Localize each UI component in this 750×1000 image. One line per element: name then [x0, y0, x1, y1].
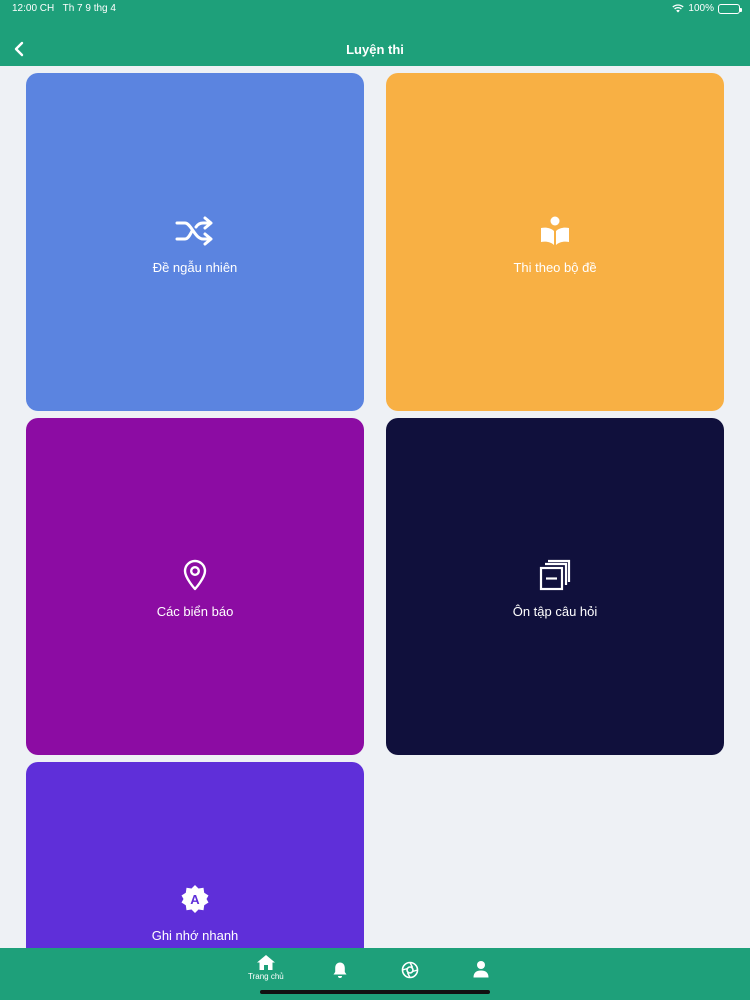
home-indicator [260, 990, 490, 994]
status-bar-time: 12:00 CH Th 7 9 thg 4 [12, 3, 116, 14]
tab-notifications[interactable] [332, 961, 348, 979]
card-label: Đề ngẫu nhiên [152, 259, 238, 275]
card-label: Ôn tập câu hỏi [512, 604, 598, 619]
map-pin-icon [174, 554, 216, 596]
battery-icon [718, 3, 742, 14]
user-icon [473, 961, 489, 978]
card-label: Các biển báo [156, 604, 234, 619]
tab-explore[interactable] [401, 961, 419, 979]
bell-icon [333, 962, 347, 978]
tab-profile[interactable] [472, 960, 490, 978]
stacked-cards-icon [534, 554, 576, 596]
shuffle-icon [174, 210, 216, 252]
book-reader-icon [534, 210, 576, 252]
svg-text:A: A [190, 892, 200, 907]
wifi-icon [672, 4, 685, 13]
page-title: Luyện thi [346, 42, 404, 57]
random-exam-card[interactable]: Đề ngẫu nhiên [26, 73, 364, 411]
aperture-icon [401, 961, 419, 979]
status-bar-right: 100% [672, 3, 742, 14]
exam-by-set-card[interactable]: Thi theo bộ đề [386, 73, 724, 411]
review-questions-card[interactable]: Ôn tập câu hỏi [386, 418, 724, 755]
status-time: 12:00 CH [12, 3, 55, 14]
home-icon [256, 955, 275, 970]
tab-home[interactable]: Trang chủ [248, 954, 284, 981]
quick-memorize-card[interactable]: A Ghi nhớ nhanh [26, 762, 364, 948]
card-label: Thi theo bộ đề [513, 259, 597, 275]
card-label: Ghi nhớ nhanh [151, 928, 239, 943]
top-bar: 12:00 CH Th 7 9 thg 4 100% Luyện thi [0, 0, 750, 66]
badge-a-icon: A [174, 878, 216, 920]
status-date: Th 7 9 thg 4 [62, 3, 116, 14]
tab-home-label: Trang chủ [248, 972, 284, 981]
road-signs-card[interactable]: Các biển báo [26, 418, 364, 755]
battery-percent: 100% [688, 3, 714, 14]
